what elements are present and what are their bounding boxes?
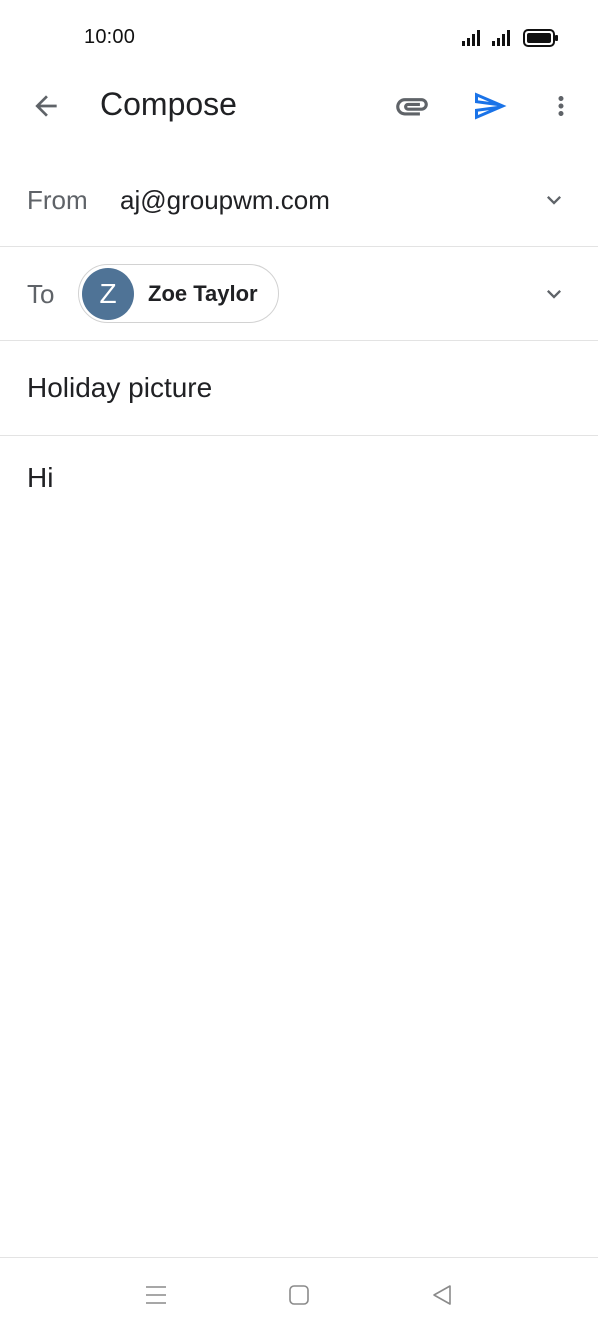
recipient-name: Zoe Taylor — [148, 280, 258, 306]
attach-button[interactable] — [390, 86, 434, 126]
paperclip-icon — [396, 98, 428, 116]
send-icon — [475, 92, 507, 120]
avatar: Z — [82, 267, 134, 320]
compose-screen: 10:00 Compose From aj@groupwm.com To Z Z… — [0, 0, 598, 1330]
to-row[interactable]: To Z Zoe Taylor — [0, 246, 598, 341]
status-icons — [462, 28, 560, 48]
triangle-back-icon — [433, 1285, 451, 1305]
more-options-button[interactable] — [546, 86, 576, 126]
page-title: Compose — [100, 86, 237, 122]
app-bar: Compose — [0, 76, 598, 136]
compose-body[interactable]: Hi — [27, 462, 53, 494]
chevron-down-icon[interactable] — [540, 280, 568, 308]
chevron-down-icon[interactable] — [540, 186, 568, 214]
subject-field[interactable]: Holiday picture — [0, 341, 598, 436]
signal-icon-2 — [492, 30, 510, 46]
battery-icon — [523, 29, 558, 47]
recipient-chip[interactable]: Z Zoe Taylor — [78, 264, 279, 323]
back-button[interactable] — [26, 86, 66, 126]
square-icon — [289, 1285, 309, 1305]
arrow-back-icon — [35, 95, 57, 117]
status-time: 10:00 — [84, 26, 136, 48]
from-value: aj@groupwm.com — [120, 185, 330, 215]
nav-menu-button[interactable] — [141, 1280, 171, 1310]
signal-icon — [462, 30, 480, 46]
system-nav-bar — [0, 1257, 598, 1330]
subject-value: Holiday picture — [27, 372, 213, 403]
to-label: To — [27, 279, 55, 309]
nav-home-button[interactable] — [284, 1280, 314, 1310]
from-row[interactable]: From aj@groupwm.com — [0, 152, 598, 247]
nav-back-button[interactable] — [427, 1280, 457, 1310]
menu-icon — [146, 1286, 166, 1304]
more-vert-icon — [558, 96, 564, 116]
from-label: From — [27, 185, 88, 215]
send-button[interactable] — [468, 86, 512, 126]
status-bar: 10:00 — [0, 0, 598, 76]
